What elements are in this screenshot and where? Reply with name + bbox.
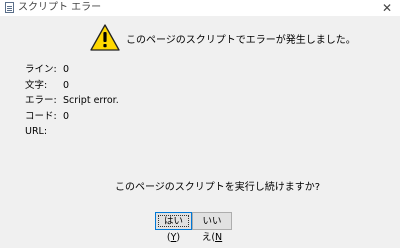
no-button-key: N	[215, 232, 223, 243]
detail-label: コード:	[25, 110, 57, 122]
detail-value: 0	[63, 64, 70, 75]
detail-label: 文字:	[25, 79, 48, 91]
error-message: このページのスクリプトでエラーが発生しました。	[126, 35, 356, 46]
warning-icon	[90, 24, 120, 51]
document-icon	[5, 2, 14, 13]
detail-row-code: コード: 0	[25, 109, 119, 125]
error-details: ライン: 0 文字: 0 エラー: Script error. コード: 0 U…	[25, 62, 119, 140]
continue-question: このページのスクリプトを実行し続けますか?	[115, 182, 321, 193]
detail-value: 0	[63, 79, 70, 91]
detail-row-url: URL:	[25, 124, 119, 140]
detail-row-error: エラー: Script error.	[25, 93, 119, 109]
script-error-dialog: スクリプト エラー ✕ このページのスクリプトでエラーが発生しました。 ライン:…	[0, 0, 400, 248]
yes-button[interactable]: はい(Y)	[155, 212, 192, 243]
detail-row-line: ライン: 0	[25, 62, 119, 78]
title-bar: スクリプト エラー ✕	[0, 0, 400, 16]
yes-button-close: )	[176, 232, 181, 243]
close-button[interactable]: ✕	[380, 1, 394, 15]
detail-value: 0	[63, 110, 70, 122]
detail-value: Script error.	[63, 95, 119, 106]
detail-row-char: 文字: 0	[25, 78, 119, 94]
no-button[interactable]: いいえ(N	[192, 212, 232, 243]
detail-label: エラー:	[25, 95, 57, 106]
detail-label: ライン:	[25, 64, 57, 75]
detail-label: URL:	[25, 126, 48, 137]
window-title: スクリプト エラー	[18, 2, 102, 13]
